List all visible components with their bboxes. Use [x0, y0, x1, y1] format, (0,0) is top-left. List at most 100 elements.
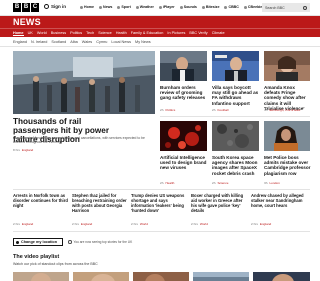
story-image[interactable]: [212, 121, 259, 151]
region-nav-scotland[interactable]: Scotland: [51, 40, 66, 44]
story-tag[interactable]: Health: [165, 181, 174, 185]
lead-story-meta: 8 hrs England: [13, 148, 33, 152]
story-image[interactable]: [264, 51, 310, 81]
story-image[interactable]: [160, 121, 207, 151]
story-tag[interactable]: England: [260, 222, 271, 226]
lead-story-image[interactable]: [13, 51, 155, 114]
story-tag[interactable]: Science: [217, 181, 228, 185]
story-time: 4h: [264, 108, 268, 112]
news-nav-tech[interactable]: Tech: [86, 31, 94, 36]
video-thumbnail[interactable]: [13, 270, 69, 281]
location-pin-icon: [16, 240, 19, 244]
global-nav-sport[interactable]: Sport: [117, 5, 131, 9]
signin-label: Sign in: [51, 4, 66, 9]
location-note-text: You are now seeing top stories for the U…: [73, 240, 133, 244]
news-nav-world[interactable]: World: [37, 31, 47, 36]
region-nav-my-news[interactable]: My News: [135, 40, 151, 44]
home-icon: [80, 5, 83, 9]
lead-story-summary: Six delays in Manchester caused delays a…: [13, 136, 145, 144]
story-tag[interactable]: World: [200, 222, 208, 226]
region-nav-n-ireland[interactable]: N. Ireland: [31, 40, 47, 44]
story-tag[interactable]: World: [140, 222, 148, 226]
news-nav-home[interactable]: Home: [13, 31, 24, 36]
news-masthead: NEWS: [0, 16, 320, 28]
video-playlist-title: The video playlist: [13, 254, 60, 260]
news-nav-uk[interactable]: UK: [28, 31, 33, 36]
news-brand[interactable]: NEWS: [13, 17, 41, 27]
video-thumbnail[interactable]: [253, 270, 310, 281]
region-nav-england[interactable]: England: [13, 40, 27, 44]
story-image[interactable]: [212, 51, 259, 81]
region-nav: England N. Ireland Scotland Alba Wales C…: [0, 37, 320, 47]
story-headline[interactable]: Met Police boss admits mistake over Camb…: [264, 155, 312, 176]
story-time: 2 hrs: [13, 222, 20, 226]
news-nav-health[interactable]: Health: [116, 31, 127, 36]
story-headline[interactable]: Artificial Intelligence used to design b…: [160, 155, 208, 171]
story-meta: 2 hrs World: [131, 222, 148, 226]
story-headline[interactable]: Andrew chased by alleged stalker near Sa…: [251, 193, 310, 209]
global-nav-sounds[interactable]: Sounds: [179, 5, 197, 9]
global-header: B B C Sign in Home News Sport Weather iP…: [0, 0, 320, 16]
story-tag[interactable]: London: [269, 181, 279, 185]
story-headline[interactable]: Boxer charged with killing aid worker in…: [191, 193, 247, 214]
news-nav-in-pictures[interactable]: In Pictures: [167, 31, 185, 36]
search-placeholder: Search BBC: [265, 5, 285, 10]
news-nav-climate[interactable]: Climate: [212, 31, 225, 36]
news-nav-science[interactable]: Science: [98, 31, 112, 36]
video-playlist-subtitle: Watch our pick of standout clips from ac…: [13, 262, 98, 266]
story-time: 2h: [160, 181, 164, 185]
global-nav-bitesize[interactable]: Bitesize: [201, 5, 220, 9]
story-meta: 2h Football: [212, 108, 228, 112]
global-nav-label: Bitesize: [205, 5, 220, 9]
global-nav-news[interactable]: News: [99, 5, 112, 9]
news-icon: [99, 5, 102, 9]
global-nav-label: iPlayer: [162, 5, 175, 9]
story-headline[interactable]: Burnham orders review of grooming gang s…: [160, 85, 208, 101]
story-tag[interactable]: England: [81, 222, 92, 226]
global-nav-iplayer[interactable]: iPlayer: [158, 5, 175, 9]
region-nav-cymru[interactable]: Cymru: [96, 40, 107, 44]
story-tag[interactable]: Politics: [165, 108, 175, 112]
story-headline[interactable]: Arrests in Norfolk town as disorder cont…: [13, 193, 68, 209]
iplayer-icon: [158, 5, 162, 9]
story-headline[interactable]: Stephen Ihaz jailed for breaching restra…: [72, 193, 127, 214]
news-nav-family-education[interactable]: Family & Education: [131, 31, 164, 36]
bbc-logo[interactable]: B B C: [13, 3, 39, 12]
story-tag[interactable]: Edinburgh, Fife & East: [269, 108, 300, 112]
story-tag[interactable]: England: [22, 222, 33, 226]
story-headline[interactable]: Villa says boycott may still go ahead as…: [212, 85, 260, 106]
story-time: 2h: [212, 108, 216, 112]
video-thumbnail[interactable]: [193, 270, 249, 281]
user-icon: [44, 4, 49, 9]
story-headline[interactable]: South Korea space agency shares Moon ima…: [212, 155, 260, 176]
news-nav-politics[interactable]: Politics: [70, 31, 82, 36]
global-nav-cbbc[interactable]: CBBC: [224, 5, 239, 9]
story-time: 2h: [212, 181, 216, 185]
region-nav-local-news[interactable]: Local News: [111, 40, 131, 44]
change-location-label: Change my location: [21, 240, 58, 244]
video-thumbnail[interactable]: [73, 270, 129, 281]
change-location-button[interactable]: Change my location: [13, 238, 63, 246]
news-nav-business[interactable]: Business: [51, 31, 66, 36]
search-input[interactable]: Search BBC: [262, 3, 310, 12]
region-nav-alba[interactable]: Alba: [70, 40, 78, 44]
logo-letter-b2: B: [22, 3, 30, 12]
story-image[interactable]: [264, 121, 310, 151]
story-image[interactable]: [160, 51, 207, 81]
story-time: 2 hrs: [72, 222, 79, 226]
story-time: 2 hrs: [251, 222, 258, 226]
global-nav-label: News: [103, 5, 113, 9]
global-nav-home[interactable]: Home: [80, 5, 94, 9]
region-nav-wales[interactable]: Wales: [82, 40, 92, 44]
global-nav-label: Sport: [121, 5, 131, 9]
news-nav-bbc-verify[interactable]: BBC Verify: [189, 31, 207, 36]
global-nav-label: Weather: [139, 5, 154, 9]
lead-story-tag[interactable]: England: [22, 148, 33, 152]
global-nav-label: Sounds: [183, 5, 197, 9]
signin-link[interactable]: Sign in: [44, 4, 66, 9]
story-headline[interactable]: Trump denies US weapons shortage and say…: [131, 193, 187, 214]
story-meta: 2 hrs World: [191, 222, 208, 226]
global-nav-weather[interactable]: Weather: [135, 5, 154, 9]
video-thumbnail[interactable]: [133, 270, 189, 281]
story-tag[interactable]: Football: [217, 108, 228, 112]
